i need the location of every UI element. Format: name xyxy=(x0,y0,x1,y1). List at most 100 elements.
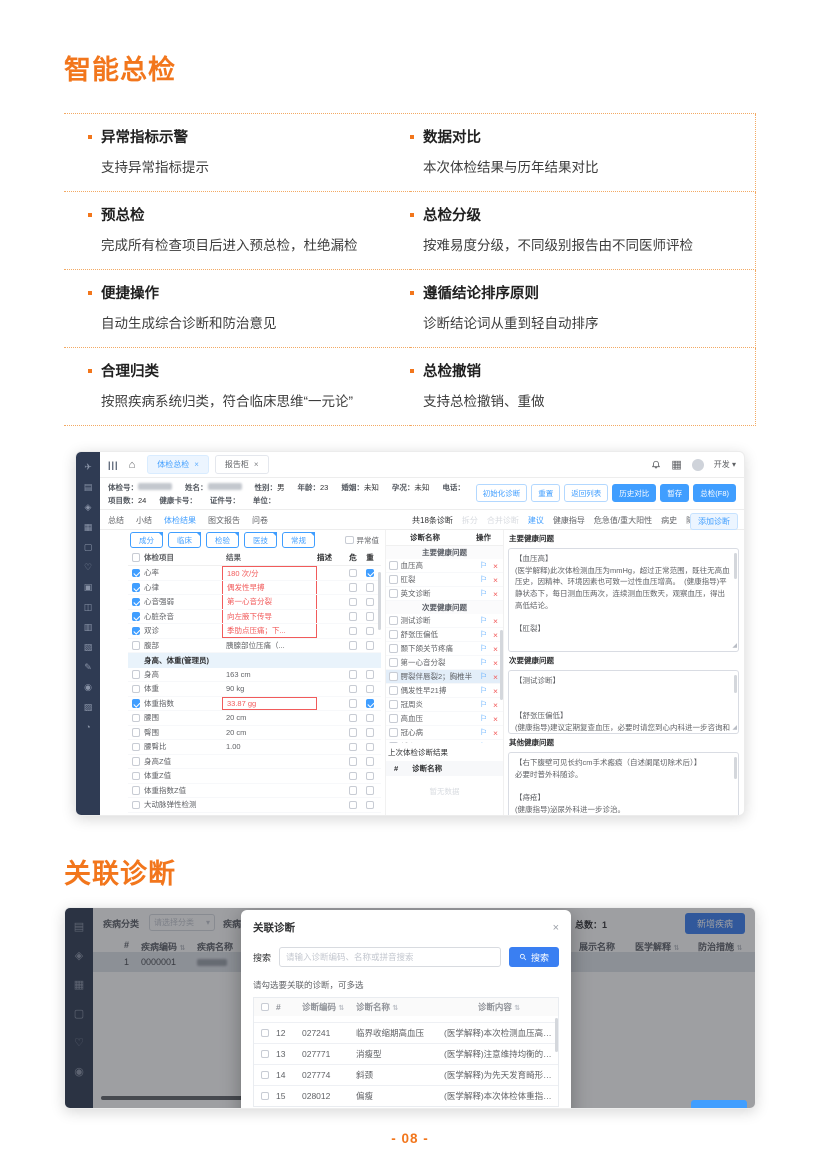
nav-tab-health-guide[interactable]: 健康指导 xyxy=(553,515,585,526)
diagnosis-checkbox[interactable] xyxy=(389,616,398,625)
row-checkbox[interactable] xyxy=(132,699,141,708)
row-checkbox[interactable] xyxy=(132,583,141,592)
row-checkbox[interactable] xyxy=(132,801,141,810)
row-checkbox[interactable] xyxy=(132,757,141,766)
sidebar-icon[interactable]: ▧ xyxy=(84,642,93,653)
modal-diagnosis-row[interactable]: 15 028012 偏瘦 (医学解释)本次体检体重指数小于18... xyxy=(254,1085,558,1106)
major-checkbox[interactable] xyxy=(366,743,375,752)
apps-grid-icon[interactable]: ▦ xyxy=(671,458,681,471)
delete-icon[interactable]: × xyxy=(493,714,503,724)
danger-checkbox[interactable] xyxy=(349,786,358,795)
result-table-row[interactable]: 腰臀比 1.00 xyxy=(128,740,381,755)
result-table-row[interactable]: 心率 180 次/分 xyxy=(128,566,381,581)
diagnosis-checkbox[interactable] xyxy=(389,630,398,639)
danger-checkbox[interactable] xyxy=(349,772,358,781)
nav-tab[interactable]: 体检结果 xyxy=(164,515,196,526)
tab-close-icon[interactable]: × xyxy=(194,460,199,469)
result-table-row[interactable]: 心律 偶发性早搏 xyxy=(128,581,381,596)
diagnosis-checkbox[interactable] xyxy=(389,561,398,570)
advice-textarea[interactable]: 【测试诊断】 【舒张压偏低】 (健康指导)建议定期复查血压，必要时请您到心内科进… xyxy=(508,670,739,734)
sidebar-icon[interactable]: ◔ xyxy=(85,722,90,732)
sidebar-icon[interactable]: ▨ xyxy=(84,702,93,713)
major-checkbox[interactable] xyxy=(366,699,375,708)
row-checkbox[interactable] xyxy=(132,569,141,578)
diagnosis-row[interactable]: 第一心音分裂 ⚐ × xyxy=(386,656,503,670)
action-button[interactable]: 暂存 xyxy=(660,484,689,502)
major-checkbox[interactable] xyxy=(366,772,375,781)
delete-icon[interactable]: × xyxy=(493,589,503,599)
resize-handle-icon[interactable]: ◢ xyxy=(732,642,737,651)
close-icon[interactable]: × xyxy=(553,922,559,934)
sidebar-icon[interactable]: ◈ xyxy=(85,502,92,513)
flag-icon[interactable]: ⚐ xyxy=(480,629,490,640)
row-checkbox[interactable] xyxy=(261,1092,270,1101)
scrollbar-thumb[interactable] xyxy=(500,630,504,700)
flag-icon[interactable]: ⚐ xyxy=(480,727,490,738)
danger-checkbox[interactable] xyxy=(349,743,358,752)
scrollbar-thumb[interactable] xyxy=(555,1018,559,1052)
scrollbar-thumb[interactable] xyxy=(378,572,382,630)
major-checkbox[interactable] xyxy=(366,714,375,723)
major-checkbox[interactable] xyxy=(366,641,375,650)
major-checkbox[interactable] xyxy=(366,670,375,679)
filter-chip[interactable]: 临床 xyxy=(168,532,201,548)
sidebar-icon[interactable]: ▢ xyxy=(84,542,93,553)
select-all-checkbox[interactable] xyxy=(132,553,141,562)
danger-checkbox[interactable] xyxy=(349,612,358,621)
filter-chip[interactable]: 成分 xyxy=(130,532,163,548)
action-button[interactable]: 总检(F8) xyxy=(693,484,736,502)
sidebar-icon[interactable]: ▤ xyxy=(84,482,93,493)
result-table-row[interactable]: 心音强弱 第一心音分裂 xyxy=(128,595,381,610)
row-checkbox[interactable] xyxy=(132,670,141,679)
filter-chip[interactable]: 医技 xyxy=(244,532,277,548)
delete-icon[interactable]: × xyxy=(493,700,503,710)
diagnosis-row[interactable]: 偶发性早21搏 ⚐ × xyxy=(386,684,503,698)
result-table-row[interactable]: 体重指数Z值 xyxy=(128,784,381,799)
resize-handle-icon[interactable]: ◢ xyxy=(732,724,737,733)
delete-icon[interactable]: × xyxy=(493,616,503,626)
filter-chip[interactable]: 常规 xyxy=(282,532,315,548)
row-checkbox[interactable] xyxy=(132,598,141,607)
flag-icon[interactable]: ⚐ xyxy=(480,657,490,668)
nav-tab[interactable]: 图文报告 xyxy=(208,515,240,526)
major-checkbox[interactable] xyxy=(366,627,375,636)
danger-checkbox[interactable] xyxy=(349,685,358,694)
result-table-row[interactable]: 身高Z值 xyxy=(128,755,381,770)
collapse-menu-icon[interactable]: ||| xyxy=(108,460,119,470)
diagnosis-checkbox[interactable] xyxy=(389,742,398,743)
diagnosis-row[interactable]: 高血压 ⚐ × xyxy=(386,712,503,726)
row-checkbox[interactable] xyxy=(132,612,141,621)
advice-textarea[interactable]: 【血压高】 (医学解释)此次体检测血压为mmHg，超过正常范围，既往无高血压史，… xyxy=(508,548,739,652)
sidebar-icon[interactable]: ◉ xyxy=(84,682,92,693)
major-checkbox[interactable] xyxy=(366,598,375,607)
filter-chip[interactable]: 检验 xyxy=(206,532,239,548)
row-checkbox[interactable] xyxy=(132,743,141,752)
sort-icon[interactable]: ⇅ xyxy=(392,1005,398,1012)
diagnosis-checkbox[interactable] xyxy=(389,658,398,667)
flag-icon[interactable]: ⚐ xyxy=(480,574,490,585)
result-table-row[interactable]: 体重Z值 xyxy=(128,769,381,784)
advice-textarea[interactable]: 【右下腹壁可见长约cm手术瘢痕（自述阑尾切除术后）】 必要时普外科随诊。 【痔疮… xyxy=(508,752,739,816)
modal-diagnosis-row[interactable]: 13 027771 消瘦型 (医学解释)注意维持均衡的营养及经... xyxy=(254,1043,558,1064)
scrollbar-thumb[interactable] xyxy=(734,675,737,693)
diagnosis-checkbox[interactable] xyxy=(389,714,398,723)
diagnosis-checkbox[interactable] xyxy=(389,700,398,709)
danger-checkbox[interactable] xyxy=(349,670,358,679)
select-all-checkbox[interactable] xyxy=(261,1003,270,1012)
danger-checkbox[interactable] xyxy=(349,598,358,607)
diagnosis-row[interactable]: 肛裂 ⚐ × xyxy=(386,573,503,587)
row-checkbox[interactable] xyxy=(261,1071,270,1080)
row-checkbox[interactable] xyxy=(132,728,141,737)
flag-icon[interactable]: ⚐ xyxy=(480,643,490,654)
flag-icon[interactable]: ⚐ xyxy=(480,713,490,724)
danger-checkbox[interactable] xyxy=(349,728,358,737)
result-table-row[interactable]: 心脏杂音 向左腋下传导 xyxy=(128,610,381,625)
flag-icon[interactable]: ⚐ xyxy=(480,699,490,710)
result-table-row[interactable]: 大动脉弹性检测 xyxy=(128,798,381,813)
sidebar-icon[interactable]: ♡ xyxy=(84,562,92,573)
danger-checkbox[interactable] xyxy=(349,757,358,766)
nav-tab-advice[interactable]: 建议 xyxy=(528,515,544,526)
diagnosis-row[interactable]: 舒张压偏低 ⚐ × xyxy=(386,628,503,642)
avatar[interactable] xyxy=(692,459,704,471)
sidebar-icon[interactable]: ◫ xyxy=(84,602,93,613)
